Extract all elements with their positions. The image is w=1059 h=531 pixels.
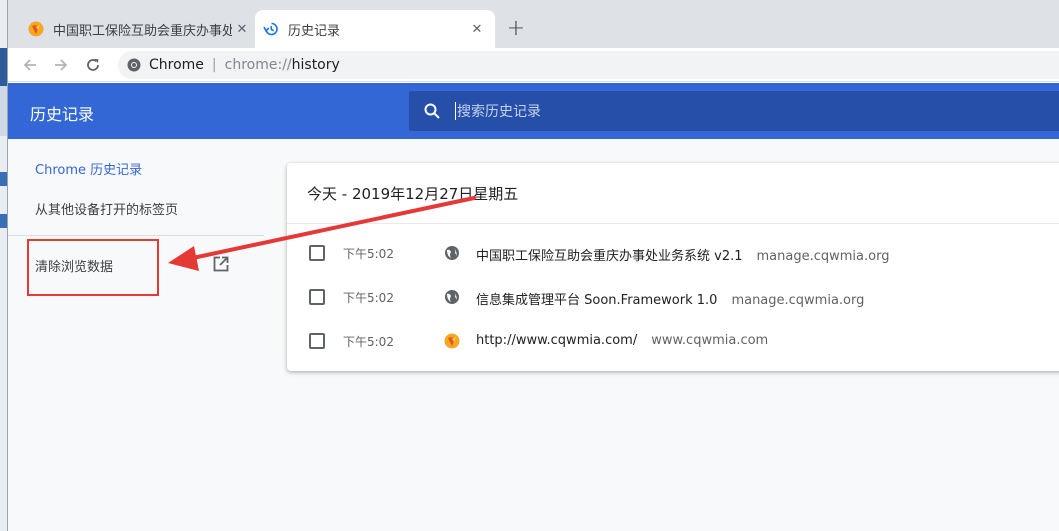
entry-domain: www.cqwmia.com (651, 333, 769, 348)
page-title: 历史记录 (30, 105, 95, 124)
chrome-logo-icon (127, 58, 141, 72)
history-icon (263, 22, 278, 36)
history-page: 历史记录 搜索历史记录 Chrome 历史记录 从其他设备打开的标签页 清除浏览… (8, 83, 1059, 531)
entry-checkbox[interactable] (309, 333, 325, 349)
text-cursor (455, 102, 456, 120)
search-field[interactable]: 搜索历史记录 (409, 91, 1059, 131)
entry-domain: manage.cqwmia.org (756, 249, 890, 264)
entry-time: 下午5:02 (343, 335, 394, 349)
history-entry[interactable]: 下午5:02 信息集成管理平台 Soon.Framework 1.0 manage… (287, 276, 1059, 320)
reload-icon (87, 59, 99, 71)
sidebar-item-other-devices[interactable]: 从其他设备打开的标签页 (35, 199, 178, 218)
tab-title: 中国职工保险互助会重庆办事处 (53, 23, 232, 39)
globe-icon (445, 246, 459, 260)
browser-toolbar: Chrome | chrome:// history (8, 48, 1059, 82)
open-in-new-icon[interactable] (211, 254, 231, 274)
page-header: 历史记录 搜索历史记录 (8, 83, 1059, 139)
entry-title[interactable]: http://www.cqwmia.com/ (476, 333, 637, 348)
browser-window: 中国职工保险互助会重庆办事处 ✕ 历史记录 ✕ + Chrome | chrom… (0, 0, 1059, 531)
entry-checkbox[interactable] (309, 289, 325, 305)
tab-cqwmia[interactable]: 中国职工保险互助会重庆办事处 ✕ (20, 10, 260, 48)
site-favicon-icon (28, 21, 44, 37)
new-tab-button[interactable]: + (504, 16, 528, 41)
sidebar-item-chrome-history[interactable]: Chrome 历史记录 (35, 159, 142, 178)
tab-close-icon[interactable]: ✕ (467, 19, 487, 39)
origin-label: Chrome (149, 57, 204, 73)
history-entry[interactable]: 下午5:02 http://www.cqwmia.com/www.cqwmia.… (287, 320, 1059, 364)
card-divider (287, 223, 1059, 224)
entry-title-line[interactable]: 信息集成管理平台 Soon.Framework 1.0 manage.cqwmia… (476, 289, 864, 308)
background-window-edge (0, 0, 8, 531)
entry-title[interactable]: 信息集成管理平台 Soon.Framework 1.0 (476, 293, 717, 308)
url-path: history (291, 57, 340, 73)
entry-time: 下午5:02 (343, 291, 394, 305)
tab-history[interactable]: 历史记录 ✕ (255, 10, 495, 48)
tab-title: 历史记录 (288, 23, 341, 39)
entry-checkbox[interactable] (309, 245, 325, 261)
entry-title-line[interactable]: 中国职工保险互助会重庆办事处业务系统 v2.1 manage.cqwmia.org (476, 245, 889, 264)
entry-domain: manage.cqwmia.org (731, 293, 865, 308)
back-arrow-icon (23, 59, 36, 71)
sidebar: Chrome 历史记录 从其他设备打开的标签页 清除浏览数据 (8, 139, 264, 531)
entry-title-line[interactable]: http://www.cqwmia.com/www.cqwmia.com (476, 333, 768, 348)
reload-button[interactable] (81, 53, 105, 77)
tab-close-icon[interactable]: ✕ (232, 19, 252, 39)
date-heading: 今天 - 2019年12月27日星期五 (307, 185, 519, 203)
tab-strip: 中国职工保险互助会重庆办事处 ✕ 历史记录 ✕ + (8, 0, 1059, 48)
entry-title[interactable]: 中国职工保险互助会重庆办事处业务系统 v2.1 (476, 249, 743, 264)
search-placeholder: 搜索历史记录 (457, 104, 541, 120)
site-favicon-icon (444, 333, 460, 349)
annotation-highlight-box (27, 239, 159, 296)
url-scheme: chrome:// (224, 57, 292, 73)
globe-icon (445, 290, 459, 304)
address-bar[interactable]: Chrome | chrome:// history (118, 51, 1059, 79)
search-icon (424, 103, 440, 119)
forward-button[interactable] (49, 53, 73, 77)
entry-time: 下午5:02 (343, 247, 394, 261)
back-button[interactable] (18, 53, 42, 77)
origin-separator: | (211, 57, 217, 73)
history-entry[interactable]: 下午5:02 中国职工保险互助会重庆办事处业务系统 v2.1 manage.cqw… (287, 232, 1059, 276)
history-card: 今天 - 2019年12月27日星期五 下午5:02 中国职工保险互助会重庆办事… (287, 163, 1059, 371)
forward-arrow-icon (55, 59, 68, 71)
sidebar-divider (8, 235, 264, 236)
